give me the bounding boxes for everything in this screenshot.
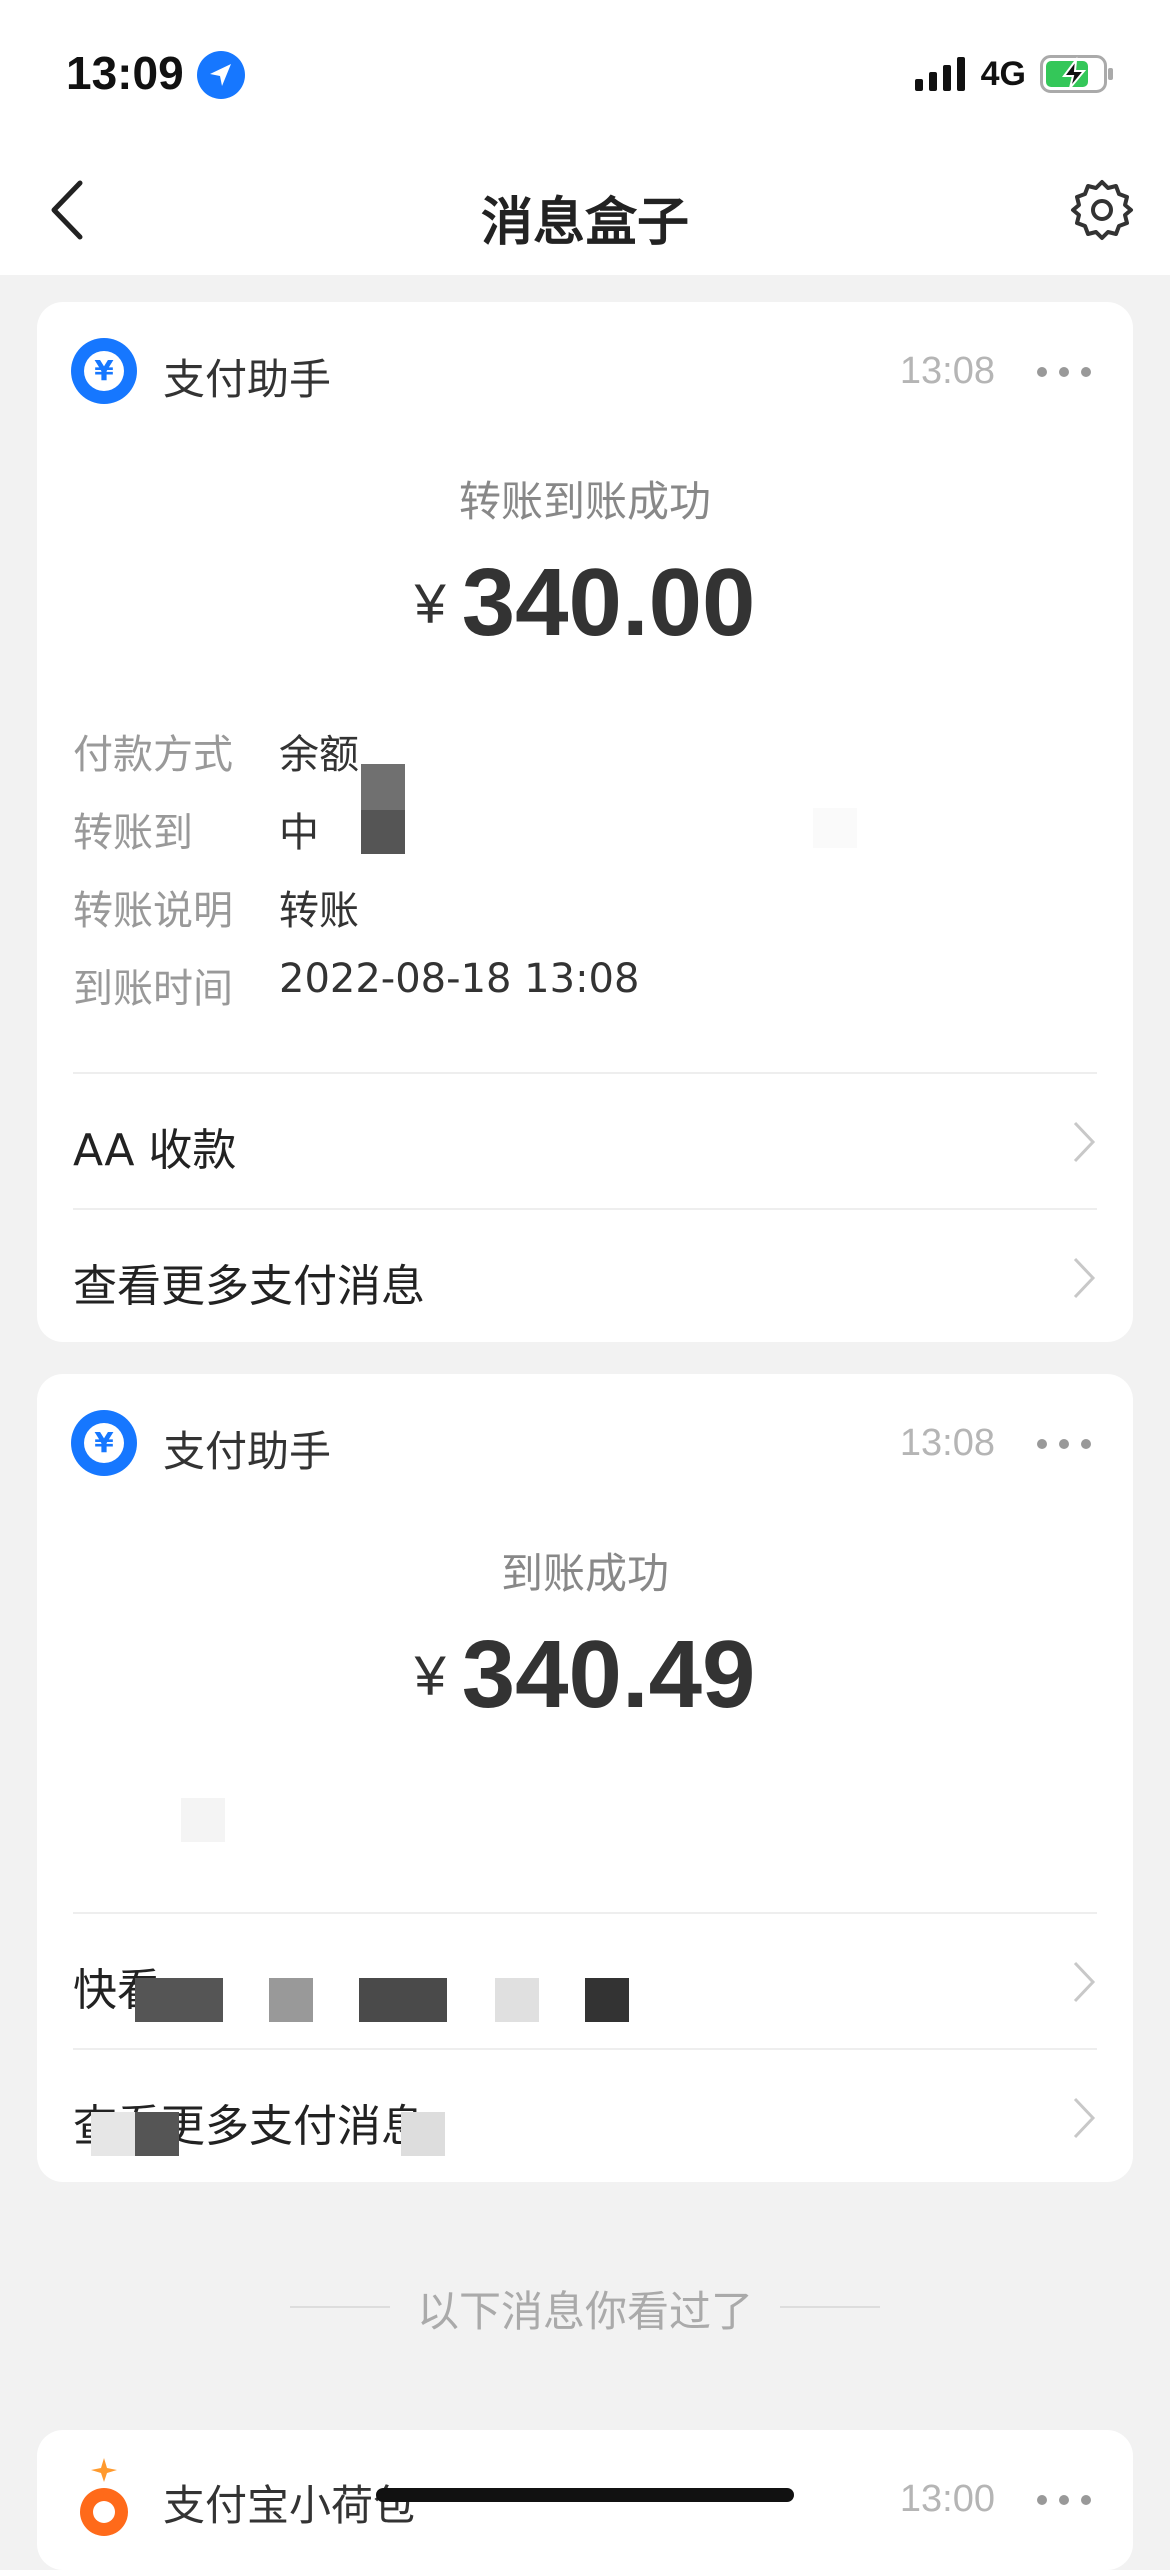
app-name: 支付宝小荷包	[163, 2481, 416, 2530]
detail-value: 2022-08-18 13:08	[279, 956, 640, 1002]
link-label: AA 收款	[73, 1125, 237, 1176]
card-subtitle: 转账到账成功	[458, 477, 711, 526]
detail-label: 付款方式	[73, 732, 233, 778]
gear-icon[interactable]	[1070, 178, 1134, 242]
currency-symbol: ¥	[414, 1643, 446, 1707]
separator-line-right	[780, 2306, 880, 2308]
currency-symbol: ¥	[414, 571, 446, 635]
amount-value: 340.00	[461, 549, 756, 656]
redaction-mosaic	[401, 2112, 445, 2156]
payment-assistant-icon: ¥	[71, 1410, 137, 1476]
link-more-payment-messages[interactable]: 查看更多支付消息	[73, 2050, 1097, 2182]
more-icon[interactable]	[1029, 1424, 1099, 1464]
message-time: 13:08	[899, 350, 995, 392]
signal-icon	[914, 57, 965, 91]
link-aa-collection[interactable]: AA 收款	[73, 1074, 1097, 1208]
app-name: 支付助手	[163, 1427, 332, 1476]
payment-assistant-icon: ¥	[71, 338, 137, 404]
redaction-mosaic	[585, 1978, 629, 2022]
redaction-mosaic	[359, 1978, 447, 2022]
amount: ¥340.00	[37, 548, 1133, 658]
redaction-mosaic	[361, 764, 405, 810]
detail-value: 中	[279, 810, 319, 856]
detail-value: 转账	[279, 888, 359, 934]
redaction-mosaic	[495, 1978, 539, 2022]
redaction-mosaic	[361, 810, 405, 854]
small-wallet-icon	[80, 2458, 128, 2536]
app-name: 支付助手	[163, 355, 332, 404]
more-icon[interactable]	[1029, 352, 1099, 392]
more-icon[interactable]	[1029, 2480, 1099, 2520]
redaction-mosaic	[181, 1798, 225, 1842]
detail-label: 到账时间	[73, 966, 233, 1012]
link-label: 查看更多支付消息	[73, 1261, 425, 1312]
detail-label: 转账说明	[73, 888, 233, 934]
redaction-mosaic	[91, 2112, 135, 2156]
redaction-mosaic	[135, 2112, 179, 2156]
message-card-received[interactable]: ¥ 支付助手 13:08 到账成功 ¥340.49 快看 查看更多支付消息	[37, 1374, 1133, 2182]
detail-value: 余额	[279, 732, 359, 778]
status-time: 13:09	[66, 47, 184, 99]
chevron-right-icon	[1073, 1961, 1096, 2003]
message-time: 13:08	[899, 1422, 995, 1464]
page-title: 消息盒子	[480, 193, 689, 253]
location-icon	[197, 51, 245, 99]
card-header: ¥ 支付助手 13:08	[71, 1410, 1099, 1480]
detail-label: 转账到	[73, 810, 193, 856]
network-type: 4G	[980, 54, 1026, 93]
card-header: ¥ 支付助手 13:08	[71, 338, 1099, 408]
card-subtitle: 到账成功	[500, 1549, 669, 1598]
chevron-right-icon	[1073, 1257, 1096, 1299]
status-bar: 13:09 4G	[0, 0, 1170, 145]
nav-bar: 消息盒子	[0, 145, 1170, 275]
viewed-separator: 以下消息你看过了	[416, 2287, 753, 2336]
battery-icon	[1040, 55, 1113, 93]
link-more-payment-messages[interactable]: 查看更多支付消息	[73, 1210, 1097, 1342]
redaction-mosaic	[269, 1978, 313, 2022]
amount: ¥340.49	[37, 1620, 1133, 1730]
amount-value: 340.49	[461, 1621, 756, 1728]
home-indicator[interactable]	[376, 2488, 794, 2502]
message-time: 13:00	[899, 2478, 995, 2520]
message-card-transfer[interactable]: ¥ 支付助手 13:08 转账到账成功 ¥340.00 付款方式 余额 转账到 …	[37, 302, 1133, 1342]
status-right: 4G	[914, 54, 1114, 94]
redaction-mosaic	[135, 1978, 223, 2022]
chevron-right-icon	[1073, 2097, 1096, 2139]
chevron-right-icon	[1073, 1121, 1096, 1163]
redaction-mosaic	[813, 808, 857, 848]
